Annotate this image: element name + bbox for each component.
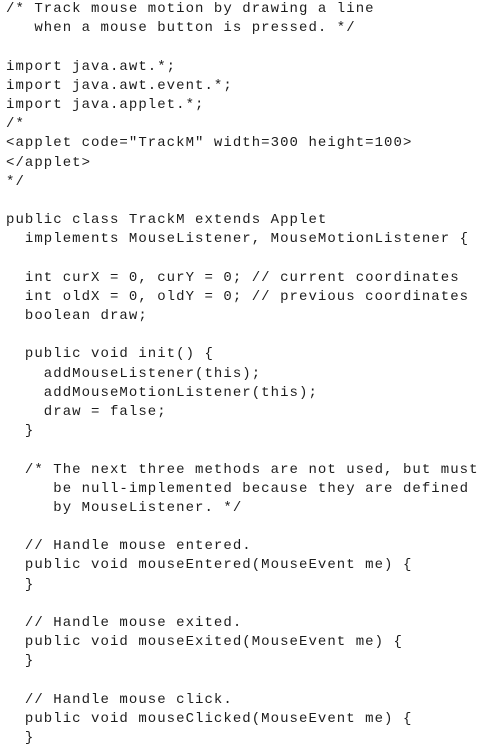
code-line: // Handle mouse exited.	[6, 615, 243, 631]
code-line: boolean draw;	[6, 308, 148, 324]
code-line: */	[6, 173, 25, 190]
code-line: import java.awt.*;	[6, 58, 177, 75]
code-line: public void mouseExited(MouseEvent me) {	[6, 634, 403, 651]
code-listing: /* Track mouse motion by drawing a line …	[0, 0, 480, 751]
code-line: }	[6, 576, 35, 593]
code-line: /* Track mouse motion by drawing a line	[6, 1, 375, 17]
code-line: addMouseMotionListener(this);	[6, 384, 318, 401]
code-line: addMouseListener(this);	[6, 365, 262, 382]
code-line: // Handle mouse click.	[6, 691, 233, 708]
code-line: }	[6, 653, 35, 670]
code-line: }	[6, 730, 35, 747]
code-line: int oldX = 0, oldY = 0; // previous coor…	[6, 288, 470, 305]
code-line: /* The next three methods are not used, …	[6, 461, 479, 478]
code-line: draw = false;	[6, 403, 167, 420]
code-line: implements MouseListener, MouseMotionLis…	[6, 231, 470, 248]
code-line: public void mouseClicked(MouseEvent me) …	[6, 710, 413, 727]
code-line: </applet>	[6, 154, 92, 171]
code-line: public class TrackM extends Applet	[6, 212, 328, 229]
code-line: <applet code="TrackM" width=300 height=1…	[6, 135, 413, 152]
code-line: import java.awt.event.*;	[6, 77, 233, 94]
code-line: /*	[6, 116, 25, 133]
code-line: be null-implemented because they are def…	[6, 480, 470, 497]
code-line: import java.applet.*;	[6, 96, 205, 113]
code-line: // Handle mouse entered.	[6, 538, 252, 555]
code-line: public void mouseEntered(MouseEvent me) …	[6, 557, 413, 574]
code-line: }	[6, 423, 35, 440]
code-line: int curX = 0, curY = 0; // current coord…	[6, 269, 460, 286]
code-line: public void init() {	[6, 346, 214, 363]
code-line: when a mouse button is pressed. */	[6, 20, 356, 37]
code-line: by MouseListener. */	[6, 499, 243, 516]
